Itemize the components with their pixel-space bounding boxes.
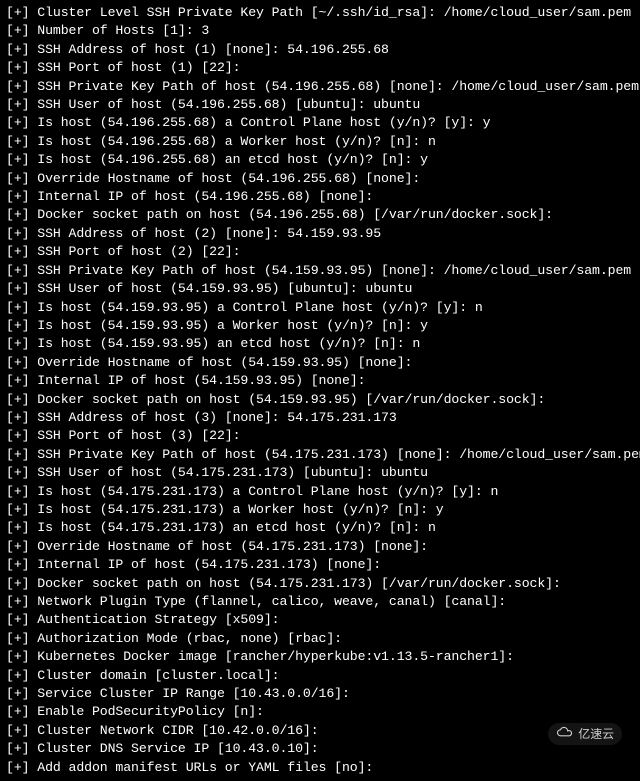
terminal-line: [+] Is host (54.175.231.173) an etcd hos… bbox=[6, 519, 634, 537]
terminal-line: [+] Is host (54.159.93.95) a Worker host… bbox=[6, 317, 634, 335]
terminal-line: [+] Internal IP of host (54.196.255.68) … bbox=[6, 188, 634, 206]
terminal-line: [+] Cluster Level SSH Private Key Path [… bbox=[6, 4, 634, 22]
terminal-line: [+] SSH Address of host (1) [none]: 54.1… bbox=[6, 41, 634, 59]
terminal-line: [+] Kubernetes Docker image [rancher/hyp… bbox=[6, 648, 634, 666]
terminal-line: [+] Is host (54.159.93.95) an etcd host … bbox=[6, 335, 634, 353]
terminal-line: [+] SSH Private Key Path of host (54.159… bbox=[6, 262, 634, 280]
terminal-line: [+] Override Hostname of host (54.175.23… bbox=[6, 538, 634, 556]
terminal-line: [+] Authentication Strategy [x509]: bbox=[6, 611, 634, 629]
terminal-line: [+] Is host (54.159.93.95) a Control Pla… bbox=[6, 299, 634, 317]
terminal-line: [+] SSH Port of host (3) [22]: bbox=[6, 427, 634, 445]
terminal-line: [+] Number of Hosts [1]: 3 bbox=[6, 22, 634, 40]
terminal-line: [+] Docker socket path on host (54.175.2… bbox=[6, 575, 634, 593]
terminal-line: [+] Override Hostname of host (54.196.25… bbox=[6, 170, 634, 188]
terminal-line: [+] Authorization Mode (rbac, none) [rba… bbox=[6, 630, 634, 648]
terminal-line: [+] SSH Address of host (2) [none]: 54.1… bbox=[6, 225, 634, 243]
terminal-line: [+] Is host (54.196.255.68) an etcd host… bbox=[6, 151, 634, 169]
terminal-output: [+] Cluster Level SSH Private Key Path [… bbox=[6, 4, 634, 777]
terminal-line: [+] SSH User of host (54.196.255.68) [ub… bbox=[6, 96, 634, 114]
terminal-line: [+] SSH Port of host (2) [22]: bbox=[6, 243, 634, 261]
terminal-line: [+] Is host (54.196.255.68) a Control Pl… bbox=[6, 114, 634, 132]
terminal-line: [+] Docker socket path on host (54.159.9… bbox=[6, 391, 634, 409]
terminal-line: [+] Internal IP of host (54.175.231.173)… bbox=[6, 556, 634, 574]
terminal-line: [+] Internal IP of host (54.159.93.95) [… bbox=[6, 372, 634, 390]
terminal-line: [+] Is host (54.175.231.173) a Worker ho… bbox=[6, 501, 634, 519]
cloud-icon bbox=[556, 725, 574, 743]
terminal-line: [+] Docker socket path on host (54.196.2… bbox=[6, 206, 634, 224]
terminal-line: [+] Cluster DNS Service IP [10.43.0.10]: bbox=[6, 740, 634, 758]
terminal-line: [+] SSH Private Key Path of host (54.175… bbox=[6, 446, 634, 464]
terminal-line: [+] SSH Address of host (3) [none]: 54.1… bbox=[6, 409, 634, 427]
terminal-line: [+] Cluster domain [cluster.local]: bbox=[6, 667, 634, 685]
watermark-badge: 亿速云 bbox=[548, 723, 622, 745]
watermark-text: 亿速云 bbox=[578, 725, 614, 743]
terminal-line: [+] Is host (54.196.255.68) a Worker hos… bbox=[6, 133, 634, 151]
terminal-line: [+] SSH User of host (54.159.93.95) [ubu… bbox=[6, 280, 634, 298]
terminal-line: [+] SSH User of host (54.175.231.173) [u… bbox=[6, 464, 634, 482]
terminal-line: [+] Enable PodSecurityPolicy [n]: bbox=[6, 703, 634, 721]
terminal-line: [+] Is host (54.175.231.173) a Control P… bbox=[6, 483, 634, 501]
terminal-line: [+] Override Hostname of host (54.159.93… bbox=[6, 354, 634, 372]
terminal-line: [+] Add addon manifest URLs or YAML file… bbox=[6, 759, 634, 777]
terminal-line: [+] SSH Private Key Path of host (54.196… bbox=[6, 78, 634, 96]
terminal-line: [+] Network Plugin Type (flannel, calico… bbox=[6, 593, 634, 611]
terminal-line: [+] SSH Port of host (1) [22]: bbox=[6, 59, 634, 77]
terminal-line: [+] Service Cluster IP Range [10.43.0.0/… bbox=[6, 685, 634, 703]
terminal-line: [+] Cluster Network CIDR [10.42.0.0/16]: bbox=[6, 722, 634, 740]
